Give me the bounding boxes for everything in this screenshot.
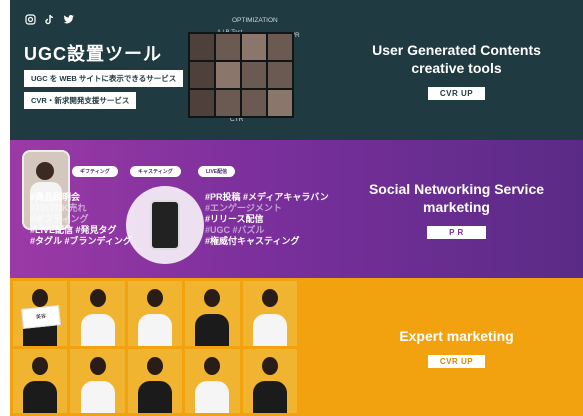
hashtag-right-block: #PR投稿 #メディアキャラバン #エンゲージメント #リリース配信 #UGC … [205,192,329,247]
expert-photo-grid: 美容 [10,278,300,416]
sns-headline: Social Networking Service marketing [368,180,545,215]
tiktok-icon [45,14,54,25]
expert-photo [185,348,240,413]
social-icons [25,14,75,25]
chip-live: LIVE配信 [198,166,236,177]
optimization-label: OPTIMIZATION [232,17,278,24]
ugc-tag-cvr: CVR・新求開発支援サービス [24,92,137,109]
banner-stack: UGC設置ツール UGC を WEB サイトに表示できるサービス CVR・新求開… [10,0,583,416]
hashtag: #PR投稿 #メディアキャラバン [205,192,329,202]
cvr-up-button[interactable]: CVR UP [427,86,486,100]
hashtag: #ギフティング [30,214,89,224]
expert-card-label: 美容 [21,305,62,329]
expert-text-area: Expert marketing CVR UP [330,278,583,416]
expert-photo [242,348,297,413]
hashtag: #エンゲージメント [205,203,282,213]
instagram-icon [25,14,36,25]
chip-gifting: ギフティング [72,166,118,177]
sns-text-area: Social Networking Service marketing P R [330,140,583,278]
hashtag: #商品説明会 [30,192,81,202]
expert-photo [127,281,183,346]
expert-photo [13,348,68,413]
ugc-title: UGC設置ツール [24,44,162,64]
hashtag: #LIVE配信 #発見タグ [30,225,117,235]
expert-photo [127,348,183,413]
expert-cvr-up-button[interactable]: CVR UP [427,354,486,368]
ugc-text-area: User Generated Contents creative tools C… [330,0,583,140]
chip-casting: キャスティング [130,166,181,177]
expert-banner[interactable]: 美容 Expert marketing CVR UP [10,278,583,416]
ugc-headline: User Generated Contents creative tools [372,41,541,76]
expert-headline: Expert marketing [399,327,514,344]
hashtag: #UGC #バズル [205,225,265,235]
hashtag: #権威付キャスティング [205,236,300,246]
pr-button[interactable]: P R [427,225,486,239]
sns-banner[interactable]: ギフティング キャスティング LIVE配信 #商品説明会 #TIKTOK売れ #… [10,140,583,278]
hashtag: #リリース配信 [205,214,264,224]
expert-photo: 美容 [13,281,68,346]
ugc-banner[interactable]: UGC設置ツール UGC を WEB サイトに表示できるサービス CVR・新求開… [10,0,583,140]
hashtag-left-block: #商品説明会 #TIKTOK売れ #ギフティング #LIVE配信 #発見タグ #… [30,192,132,247]
expert-photo [185,281,240,346]
ugc-tag-web: UGC を WEB サイトに表示できるサービス [24,70,184,87]
expert-photo [70,281,125,346]
ugc-photo-grid [188,32,294,118]
twitter-icon [63,15,74,24]
hashtag: #タグル #ブランディング [30,236,132,246]
expert-photo [242,281,297,346]
hashtag: #TIKTOK売れ [30,203,87,213]
expert-photo [70,348,125,413]
sns-phone-illustration [150,200,180,250]
